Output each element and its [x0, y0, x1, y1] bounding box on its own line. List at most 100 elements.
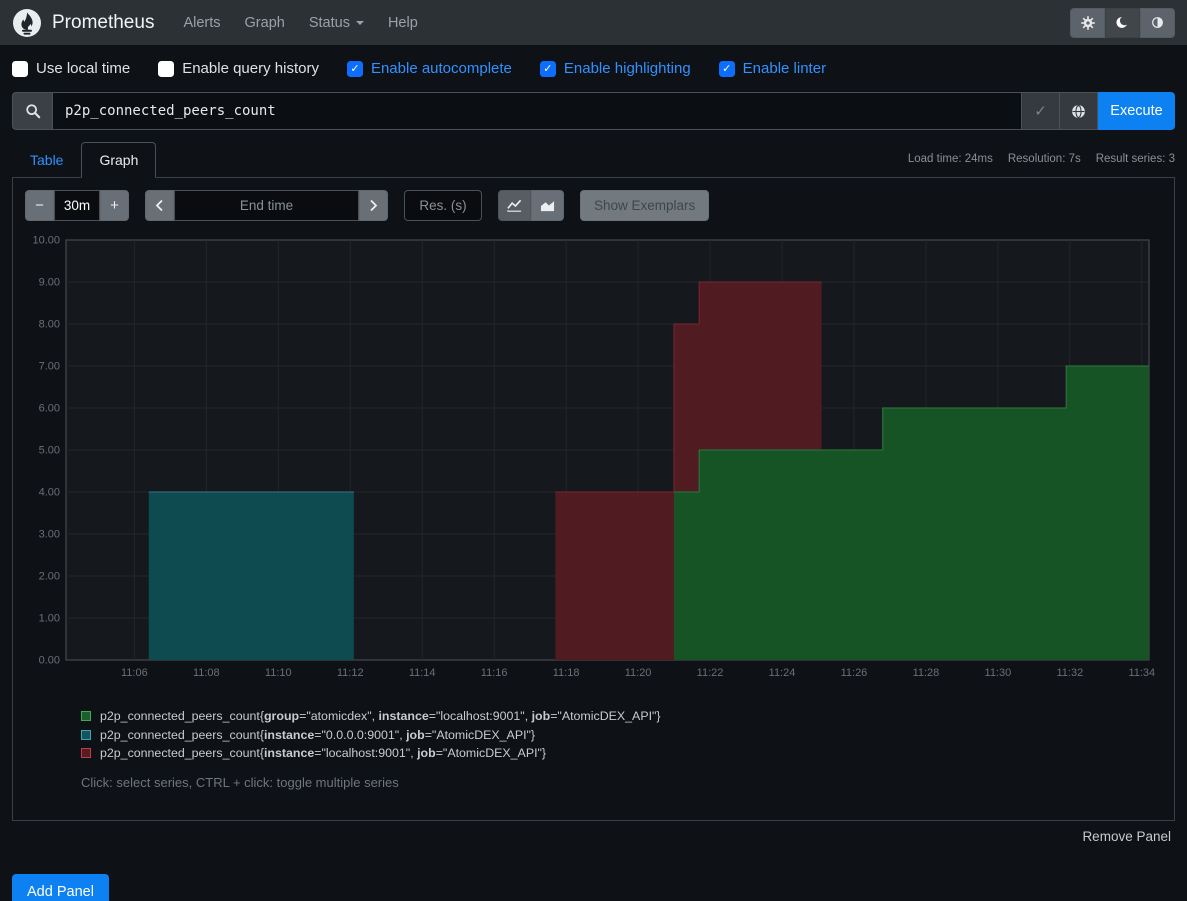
nav-link-alerts[interactable]: Alerts [172, 7, 231, 39]
svg-text:8.00: 8.00 [39, 319, 60, 331]
time-forward-button[interactable] [359, 190, 388, 221]
series-swatch [81, 730, 91, 740]
option-label: Enable query history [182, 60, 319, 77]
svg-text:11:16: 11:16 [481, 667, 508, 679]
brand-title: Prometheus [52, 12, 154, 34]
series-swatch [81, 748, 91, 758]
svg-text:11:22: 11:22 [697, 667, 724, 679]
tabs: Table Graph [12, 142, 156, 177]
execute-button[interactable]: Execute [1098, 92, 1175, 130]
range-input[interactable] [54, 190, 100, 221]
option-use-local-time[interactable]: Use local time [12, 60, 130, 77]
checkbox-checked[interactable]: ✓ [347, 61, 363, 77]
svg-text:11:12: 11:12 [337, 667, 364, 679]
graph-panel: − + [12, 177, 1175, 821]
checkbox-checked[interactable]: ✓ [540, 61, 556, 77]
svg-text:9.00: 9.00 [39, 277, 60, 289]
svg-text:10.00: 10.00 [32, 235, 60, 247]
remove-panel-link[interactable]: Remove Panel [1082, 829, 1171, 844]
navbar: Prometheus AlertsGraphStatusHelp [0, 0, 1187, 45]
chevron-down-icon [356, 21, 364, 25]
svg-text:7.00: 7.00 [39, 361, 60, 373]
option-enable-linter[interactable]: ✓ Enable linter [719, 60, 826, 77]
load-time: Load time: 24ms [908, 153, 993, 165]
theme-button-group [1070, 8, 1175, 38]
settings-button[interactable] [1070, 8, 1105, 38]
graph-type-group [498, 190, 564, 221]
globe-icon [1070, 103, 1087, 120]
chevron-left-icon [155, 199, 164, 212]
metrics-explorer-button[interactable] [1060, 92, 1098, 130]
range-decrease-button[interactable]: − [25, 190, 54, 221]
nav-link-graph[interactable]: Graph [234, 7, 296, 39]
option-label: Use local time [36, 60, 130, 77]
checkbox-checked[interactable]: ✓ [719, 61, 735, 77]
range-group: − + [25, 190, 129, 221]
line-chart-icon [506, 198, 523, 213]
graph-controls: − + [25, 190, 1162, 221]
endtime-group [145, 190, 388, 221]
stacked-graph-button[interactable] [531, 190, 564, 221]
svg-text:11:30: 11:30 [985, 667, 1012, 679]
svg-text:11:32: 11:32 [1056, 667, 1083, 679]
prometheus-logo-icon [12, 8, 42, 38]
tab-table[interactable]: Table [12, 142, 81, 178]
legend-item[interactable]: p2p_connected_peers_count{instance="loca… [81, 744, 1164, 763]
query-input[interactable] [52, 92, 1022, 130]
svg-text:4.00: 4.00 [39, 487, 60, 499]
search-icon [25, 103, 41, 119]
svg-text:1.00: 1.00 [39, 613, 60, 625]
svg-text:0.00: 0.00 [39, 655, 60, 667]
time-back-button[interactable] [145, 190, 174, 221]
range-increase-button[interactable]: + [100, 190, 129, 221]
svg-text:11:34: 11:34 [1128, 667, 1155, 679]
nav-links: AlertsGraphStatusHelp [172, 7, 1070, 39]
graph-canvas[interactable]: 0.00 1.00 2.00 3.00 4.00 5.00 6.00 7.00 8.00 9.00… [25, 233, 1164, 687]
option-label: Enable linter [743, 60, 826, 77]
add-panel-button[interactable]: Add Panel [12, 874, 109, 901]
contrast-icon [1150, 15, 1165, 30]
option-enable-highlighting[interactable]: ✓ Enable highlighting [540, 60, 691, 77]
legend-item[interactable]: p2p_connected_peers_count{group="atomicd… [81, 707, 1164, 726]
prometheus-brand[interactable]: Prometheus [12, 8, 154, 38]
option-label: Enable autocomplete [371, 60, 512, 77]
auto-theme-button[interactable] [1140, 8, 1175, 38]
option-enable-autocomplete[interactable]: ✓ Enable autocomplete [347, 60, 512, 77]
tab-graph[interactable]: Graph [81, 142, 156, 178]
show-exemplars-button[interactable]: Show Exemplars [580, 190, 709, 221]
legend-item[interactable]: p2p_connected_peers_count{instance="0.0.… [81, 726, 1164, 745]
gear-icon [1080, 15, 1096, 31]
legend: p2p_connected_peers_count{group="atomicd… [81, 707, 1164, 763]
svg-text:11:08: 11:08 [193, 667, 220, 679]
legend-hint: Click: select series, CTRL + click: togg… [81, 775, 1164, 790]
option-label: Enable highlighting [564, 60, 691, 77]
tabs-row: Table Graph Load time: 24ms Resolution: … [12, 142, 1175, 177]
stacked-chart-icon [539, 198, 556, 213]
line-graph-button[interactable] [498, 190, 531, 221]
resolution-input[interactable] [404, 190, 482, 221]
query-stats: Load time: 24ms Resolution: 7s Result se… [908, 153, 1175, 165]
end-time-input[interactable] [174, 190, 359, 221]
checkbox-unchecked[interactable] [12, 61, 28, 77]
nav-link-help[interactable]: Help [377, 7, 429, 39]
svg-text:5.00: 5.00 [39, 445, 60, 457]
checkbox-unchecked[interactable] [158, 61, 174, 77]
result-series: Result series: 3 [1096, 153, 1175, 165]
query-bar: ✓ Execute [12, 92, 1175, 130]
svg-text:11:06: 11:06 [121, 667, 148, 679]
svg-text:2.00: 2.00 [39, 571, 60, 583]
nav-link-status[interactable]: Status [298, 7, 375, 39]
panel-footer: Remove Panel [16, 828, 1171, 846]
svg-text:6.00: 6.00 [39, 403, 60, 415]
svg-text:11:20: 11:20 [625, 667, 652, 679]
options-row: Use local time Enable query history ✓ Enabl… [0, 45, 1187, 90]
svg-text:11:10: 11:10 [265, 667, 292, 679]
svg-text:3.00: 3.00 [39, 529, 60, 541]
option-enable-query-history[interactable]: Enable query history [158, 60, 319, 77]
chevron-right-icon [369, 199, 378, 212]
query-valid-button[interactable]: ✓ [1022, 92, 1060, 130]
search-addon [12, 92, 52, 130]
moon-icon [1115, 15, 1130, 30]
dark-theme-button[interactable] [1105, 8, 1140, 38]
svg-text:11:26: 11:26 [841, 667, 868, 679]
